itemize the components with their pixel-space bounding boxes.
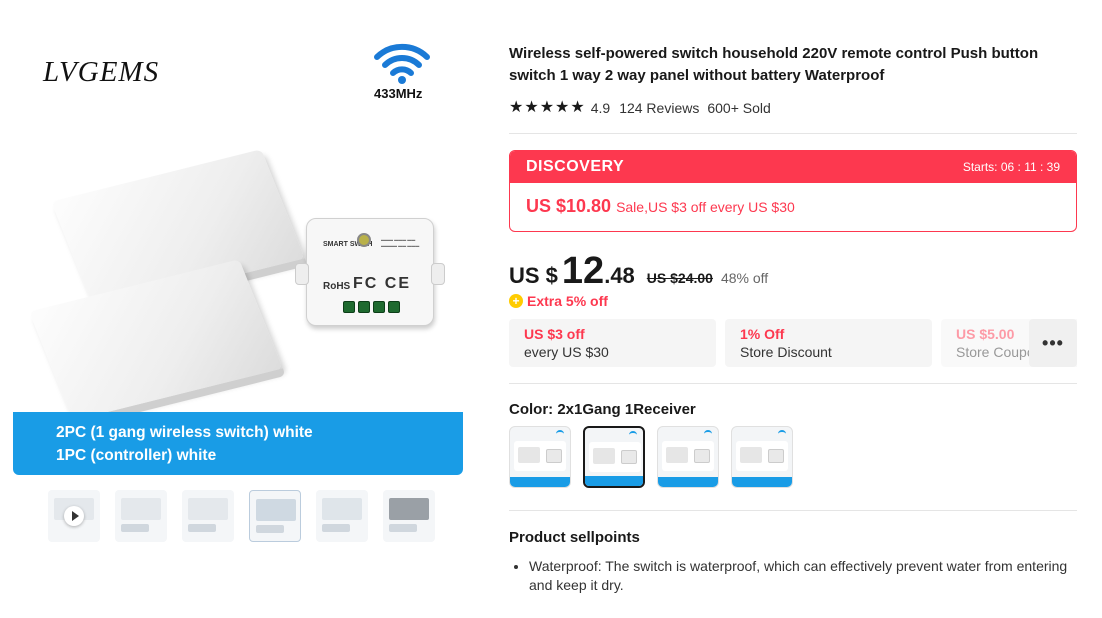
wifi-icon xyxy=(629,431,637,439)
coupon-title: 1% Off xyxy=(740,326,785,342)
thumbnail[interactable] xyxy=(316,490,368,542)
coupon-subtitle: every US $30 xyxy=(524,344,609,360)
discount-percent: 48% off xyxy=(720,270,769,286)
certification-marks: FC CE xyxy=(353,275,411,292)
divider xyxy=(509,133,1077,134)
sellpoints-list: Waterproof: The switch is waterproof, wh… xyxy=(509,557,1077,595)
star-icon: ★ xyxy=(555,99,570,116)
promo-header: DISCOVERY Starts: 06 : 11 : 39 xyxy=(510,151,1076,183)
coupon-card[interactable]: 1% Off Store Discount xyxy=(725,319,932,367)
color-options xyxy=(509,426,1077,488)
wifi-icon xyxy=(374,43,430,84)
receiver-ear xyxy=(431,263,445,285)
star-icon: ★ xyxy=(570,99,585,116)
color-option[interactable] xyxy=(657,426,719,488)
discovery-promo: DISCOVERY Starts: 06 : 11 : 39 US $10.80… xyxy=(509,150,1077,232)
coin-icon: + xyxy=(509,294,523,308)
wifi-icon xyxy=(778,430,786,438)
rating-row: ★ ★ ★ ★ ★ 4.9 124 Reviews 600+ Sold xyxy=(509,100,1077,117)
thumbnail-strip xyxy=(48,490,435,542)
color-option[interactable] xyxy=(731,426,793,488)
rating-score: 4.9 xyxy=(590,100,611,116)
more-coupons-button[interactable]: ••• xyxy=(1029,319,1077,367)
price-decimal: .48 xyxy=(604,263,635,288)
switch-panel-image xyxy=(29,259,283,421)
promo-body: US $10.80 Sale,US $3 off every US $30 xyxy=(510,183,1076,230)
promo-label: DISCOVERY xyxy=(526,158,625,175)
color-label: Color: 2x1Gang 1Receiver xyxy=(509,401,696,418)
product-gallery: LVGEMS 433MHz SMART SWITH RoHS FC CE ▬▬▬… xyxy=(13,20,463,480)
thumbnail[interactable] xyxy=(182,490,234,542)
sellpoint-item: Waterproof: The switch is waterproof, wh… xyxy=(529,557,1077,595)
product-title: Wireless self-powered switch household 2… xyxy=(509,45,1039,84)
wifi-icon xyxy=(556,430,564,438)
color-option[interactable] xyxy=(509,426,571,488)
promo-countdown: Starts: 06 : 11 : 39 xyxy=(962,160,1060,174)
coupon-card[interactable]: US $3 off every US $30 xyxy=(509,319,716,367)
divider xyxy=(509,510,1077,511)
rating-stars: ★ ★ ★ ★ ★ xyxy=(509,100,585,116)
promo-price: US $10.80 xyxy=(526,196,612,216)
receiver-terminals xyxy=(343,301,400,313)
color-option-selected[interactable] xyxy=(583,426,645,488)
sold-count: 600+ Sold xyxy=(707,100,771,116)
wifi-icon xyxy=(704,430,712,438)
coupon-title: US $3 off xyxy=(524,326,585,342)
receiver-button xyxy=(357,233,371,247)
play-icon xyxy=(64,506,84,526)
thumbnail[interactable] xyxy=(115,490,167,542)
promo-sale-text: Sale,US $3 off every US $30 xyxy=(616,199,795,215)
star-icon: ★ xyxy=(509,99,524,116)
caption-line: 2PC (1 gang wireless switch) white xyxy=(56,424,313,441)
price-integer: 12 xyxy=(561,250,605,292)
receiver-ear xyxy=(295,263,309,285)
original-price: US $24.00 xyxy=(646,270,713,286)
wifi-badge: 433MHz xyxy=(371,37,433,105)
price-currency: US $ xyxy=(509,263,558,288)
caption-line: 1PC (controller) white xyxy=(56,447,217,464)
rohs-mark: RoHS xyxy=(323,281,351,292)
star-icon: ★ xyxy=(539,99,555,116)
coupon-row: US $3 off every US $30 1% Off Store Disc… xyxy=(509,319,1077,367)
frequency-label: 433MHz xyxy=(374,86,423,101)
thumbnail[interactable] xyxy=(383,490,435,542)
reviews-link[interactable]: 124 Reviews xyxy=(619,100,699,116)
product-info: Wireless self-powered switch household 2… xyxy=(509,43,1077,595)
product-sellpoints: Product sellpoints Waterproof: The switc… xyxy=(509,529,1077,595)
coupon-subtitle: Store Discount xyxy=(740,344,832,360)
thumbnail-selected[interactable] xyxy=(249,490,301,542)
sellpoints-title: Product sellpoints xyxy=(509,529,640,546)
divider xyxy=(509,383,1077,384)
thumbnail-video[interactable] xyxy=(48,490,100,542)
price-row: US $ 12 .48 US $24.00 48% off xyxy=(509,250,1077,292)
receiver-image: SMART SWITH RoHS FC CE ▬▬▬ ▬▬▬ ▬▬ ▬▬▬▬ ▬… xyxy=(295,218,445,326)
brand-logo: LVGEMS xyxy=(43,56,160,88)
extra-discount-label: Extra 5% off xyxy=(527,293,608,309)
extra-discount: + Extra 5% off xyxy=(509,293,1077,309)
receiver-spec: ▬▬▬ ▬▬▬ ▬▬ ▬▬▬▬ ▬▬ ▬▬▬ xyxy=(381,237,420,248)
image-caption-bar: 2PC (1 gang wireless switch) white 1PC (… xyxy=(13,412,463,475)
star-icon: ★ xyxy=(524,99,539,116)
